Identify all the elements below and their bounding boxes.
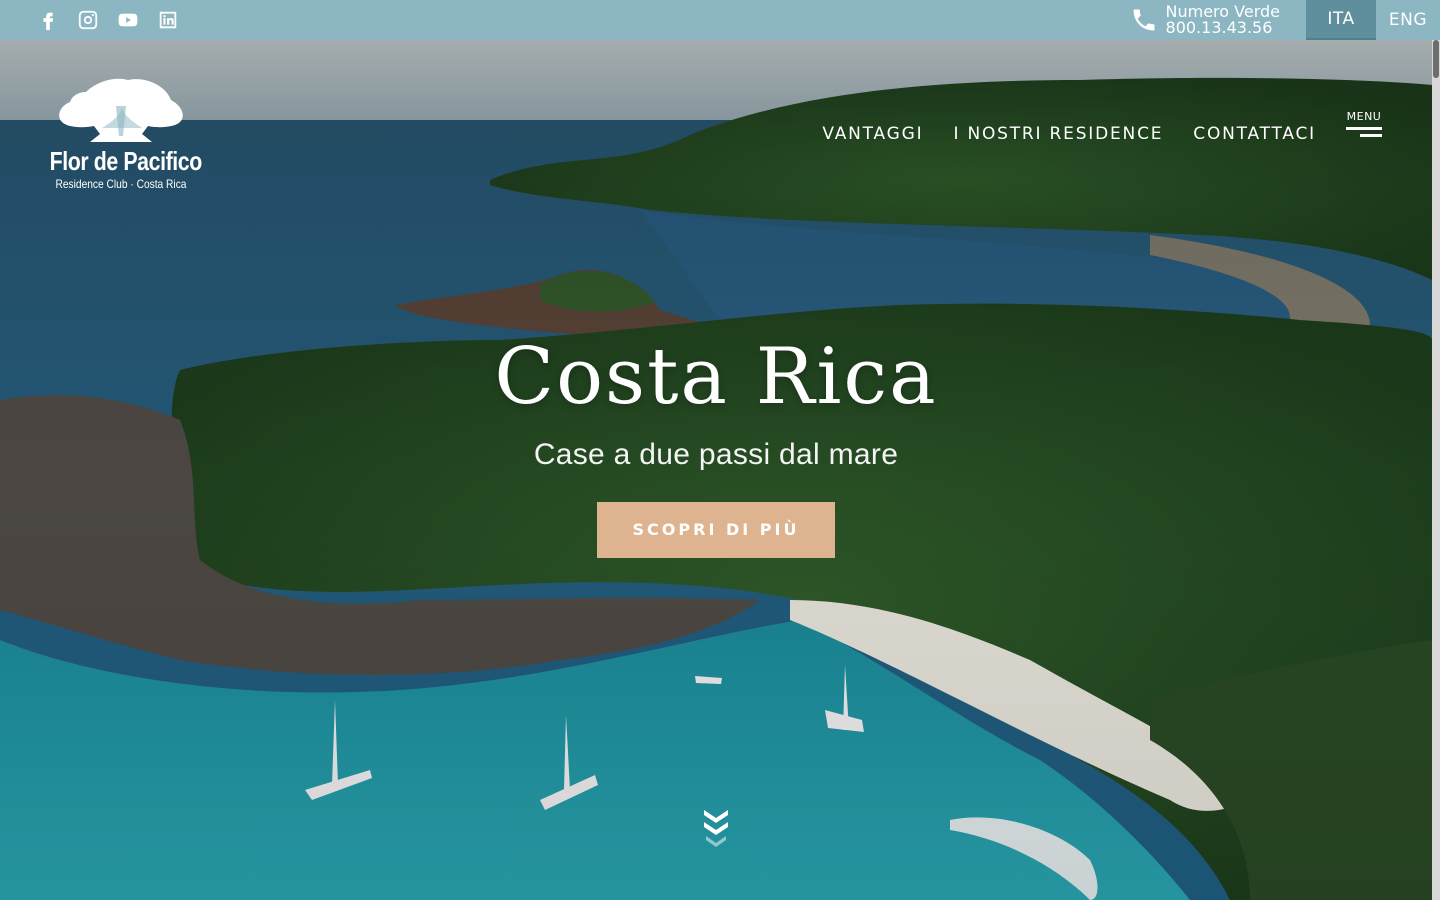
discover-more-button[interactable]: SCOPRI DI PIÙ bbox=[597, 502, 835, 558]
toll-free-phone[interactable]: Numero Verde 800.13.43.56 bbox=[1130, 4, 1280, 36]
site-logo[interactable]: Flor de Pacifico Residence Club · Costa … bbox=[46, 78, 203, 198]
hero-subtitle: Case a due passi dal mare bbox=[533, 438, 899, 471]
social-links bbox=[28, 0, 188, 40]
nav-item-residence[interactable]: I NOSTRI RESIDENCE bbox=[953, 124, 1163, 144]
lang-eng-button[interactable]: ENG bbox=[1376, 0, 1440, 40]
hero-section: Flor de Pacifico Residence Club · Costa … bbox=[0, 40, 1432, 900]
nav-item-contattaci[interactable]: CONTATTACI bbox=[1193, 124, 1316, 144]
main-nav: VANTAGGI I NOSTRI RESIDENCE CONTATTACI bbox=[822, 124, 1316, 144]
tree-logo-icon bbox=[59, 78, 183, 142]
logo-brand-name: Flor de Pacifico bbox=[49, 146, 203, 176]
lang-ita-button[interactable]: ITA bbox=[1306, 0, 1376, 40]
scroll-down-icon[interactable] bbox=[700, 806, 732, 850]
instagram-icon[interactable] bbox=[68, 0, 108, 40]
menu-label: MENU bbox=[1346, 110, 1382, 123]
nav-item-vantaggi[interactable]: VANTAGGI bbox=[822, 124, 923, 144]
hero-title: Costa Rica bbox=[494, 332, 938, 422]
hero-content: Costa Rica Case a due passi dal mare SCO… bbox=[0, 332, 1432, 558]
scrollbar-thumb[interactable] bbox=[1433, 40, 1439, 78]
topbar-right: Numero Verde 800.13.43.56 ITA ENG bbox=[1130, 0, 1440, 40]
logo-tagline: Residence Club · Costa Rica bbox=[55, 177, 187, 191]
youtube-icon[interactable] bbox=[108, 0, 148, 40]
phone-icon bbox=[1133, 9, 1155, 31]
hamburger-icon-bar bbox=[1360, 134, 1382, 137]
menu-button[interactable]: MENU bbox=[1346, 110, 1382, 137]
top-bar: Numero Verde 800.13.43.56 ITA ENG bbox=[0, 0, 1440, 40]
facebook-icon[interactable] bbox=[28, 0, 68, 40]
phone-number[interactable]: 800.13.43.56 bbox=[1166, 20, 1280, 36]
hamburger-icon bbox=[1346, 127, 1382, 130]
page-scrollbar[interactable] bbox=[1432, 40, 1440, 900]
linkedin-icon[interactable] bbox=[148, 0, 188, 40]
